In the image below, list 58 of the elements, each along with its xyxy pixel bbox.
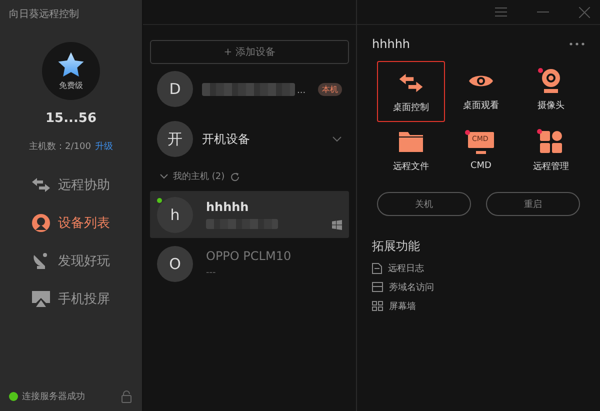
group-label[interactable]: 我的主机 (2)	[173, 170, 225, 183]
host-count: 主机数：2/100	[29, 140, 91, 153]
host-item[interactable]: O OPPO PCLM10 ---	[150, 240, 349, 287]
blurred-text	[206, 219, 278, 229]
tier-label: 免费级	[59, 80, 83, 91]
more-icon[interactable]	[569, 42, 585, 46]
window-icon	[372, 282, 383, 292]
folder-icon	[398, 130, 424, 152]
action-tile[interactable]: 远程文件	[377, 122, 445, 179]
avatar: 开	[157, 121, 193, 157]
refresh-icon[interactable]	[230, 172, 240, 182]
menu-icon[interactable]	[495, 7, 507, 17]
status-text: 连接服务器成功	[22, 390, 85, 403]
device-name-ellipsis: ...	[297, 86, 306, 96]
lock-icon[interactable]	[121, 390, 132, 403]
host-subtitle: ---	[206, 268, 217, 278]
extension-item[interactable]: 屏幕墙	[372, 300, 585, 312]
power-button[interactable]: 重启	[486, 192, 580, 216]
boot-device-label[interactable]: 开机设备	[202, 130, 323, 148]
star-icon	[56, 51, 86, 79]
webcam-icon	[540, 68, 562, 94]
avatar: D	[157, 71, 193, 107]
screen-cast-icon	[31, 290, 51, 308]
host-item[interactable]: h hhhhh	[150, 191, 349, 238]
window-title: 向日葵远程控制	[8, 8, 80, 22]
power-button[interactable]: 关机	[377, 192, 471, 216]
grid-icon	[372, 301, 383, 311]
avatar: h	[157, 196, 193, 232]
action-tile[interactable]: 远程管理	[517, 122, 585, 179]
action-tile[interactable]: 摄像头	[517, 61, 585, 118]
extension-item[interactable]: 蒡域名访问	[372, 281, 585, 293]
action-tile[interactable]: 桌面控制	[377, 61, 445, 122]
close-icon[interactable]	[579, 6, 590, 18]
action-tile[interactable]: 桌面观看	[447, 61, 515, 118]
section-title: 拓展功能	[372, 238, 421, 255]
tiles-icon	[539, 130, 563, 154]
host-name: OPPO PCLM10	[206, 249, 292, 263]
account-id: 15...56	[46, 111, 96, 126]
local-badge: 本机	[318, 82, 342, 96]
device-list-icon	[31, 213, 51, 233]
avatar: O	[157, 246, 193, 282]
device-title: hhhhh	[372, 37, 410, 51]
host-name: hhhhh	[206, 200, 250, 214]
minimize-icon[interactable]	[537, 11, 549, 13]
nav-item[interactable]: 手机投屏	[31, 289, 142, 309]
add-device-button[interactable]: + 添加设备	[150, 40, 349, 64]
extension-item[interactable]: 远程日志	[372, 262, 585, 274]
chevron-icon[interactable]	[160, 174, 168, 179]
swap-arrows-icon	[31, 177, 51, 193]
upgrade-link[interactable]: 升级	[94, 140, 113, 153]
chevron-down-icon[interactable]	[332, 136, 342, 142]
monitor-icon	[467, 131, 495, 155]
nav-item[interactable]: 设备列表	[31, 213, 142, 233]
swap-arrows-icon	[398, 72, 424, 94]
document-icon	[372, 262, 382, 274]
nav-item[interactable]: 远程协助	[31, 175, 142, 195]
nav-item[interactable]: 发现好玩	[31, 251, 142, 271]
windows-icon	[332, 220, 342, 230]
